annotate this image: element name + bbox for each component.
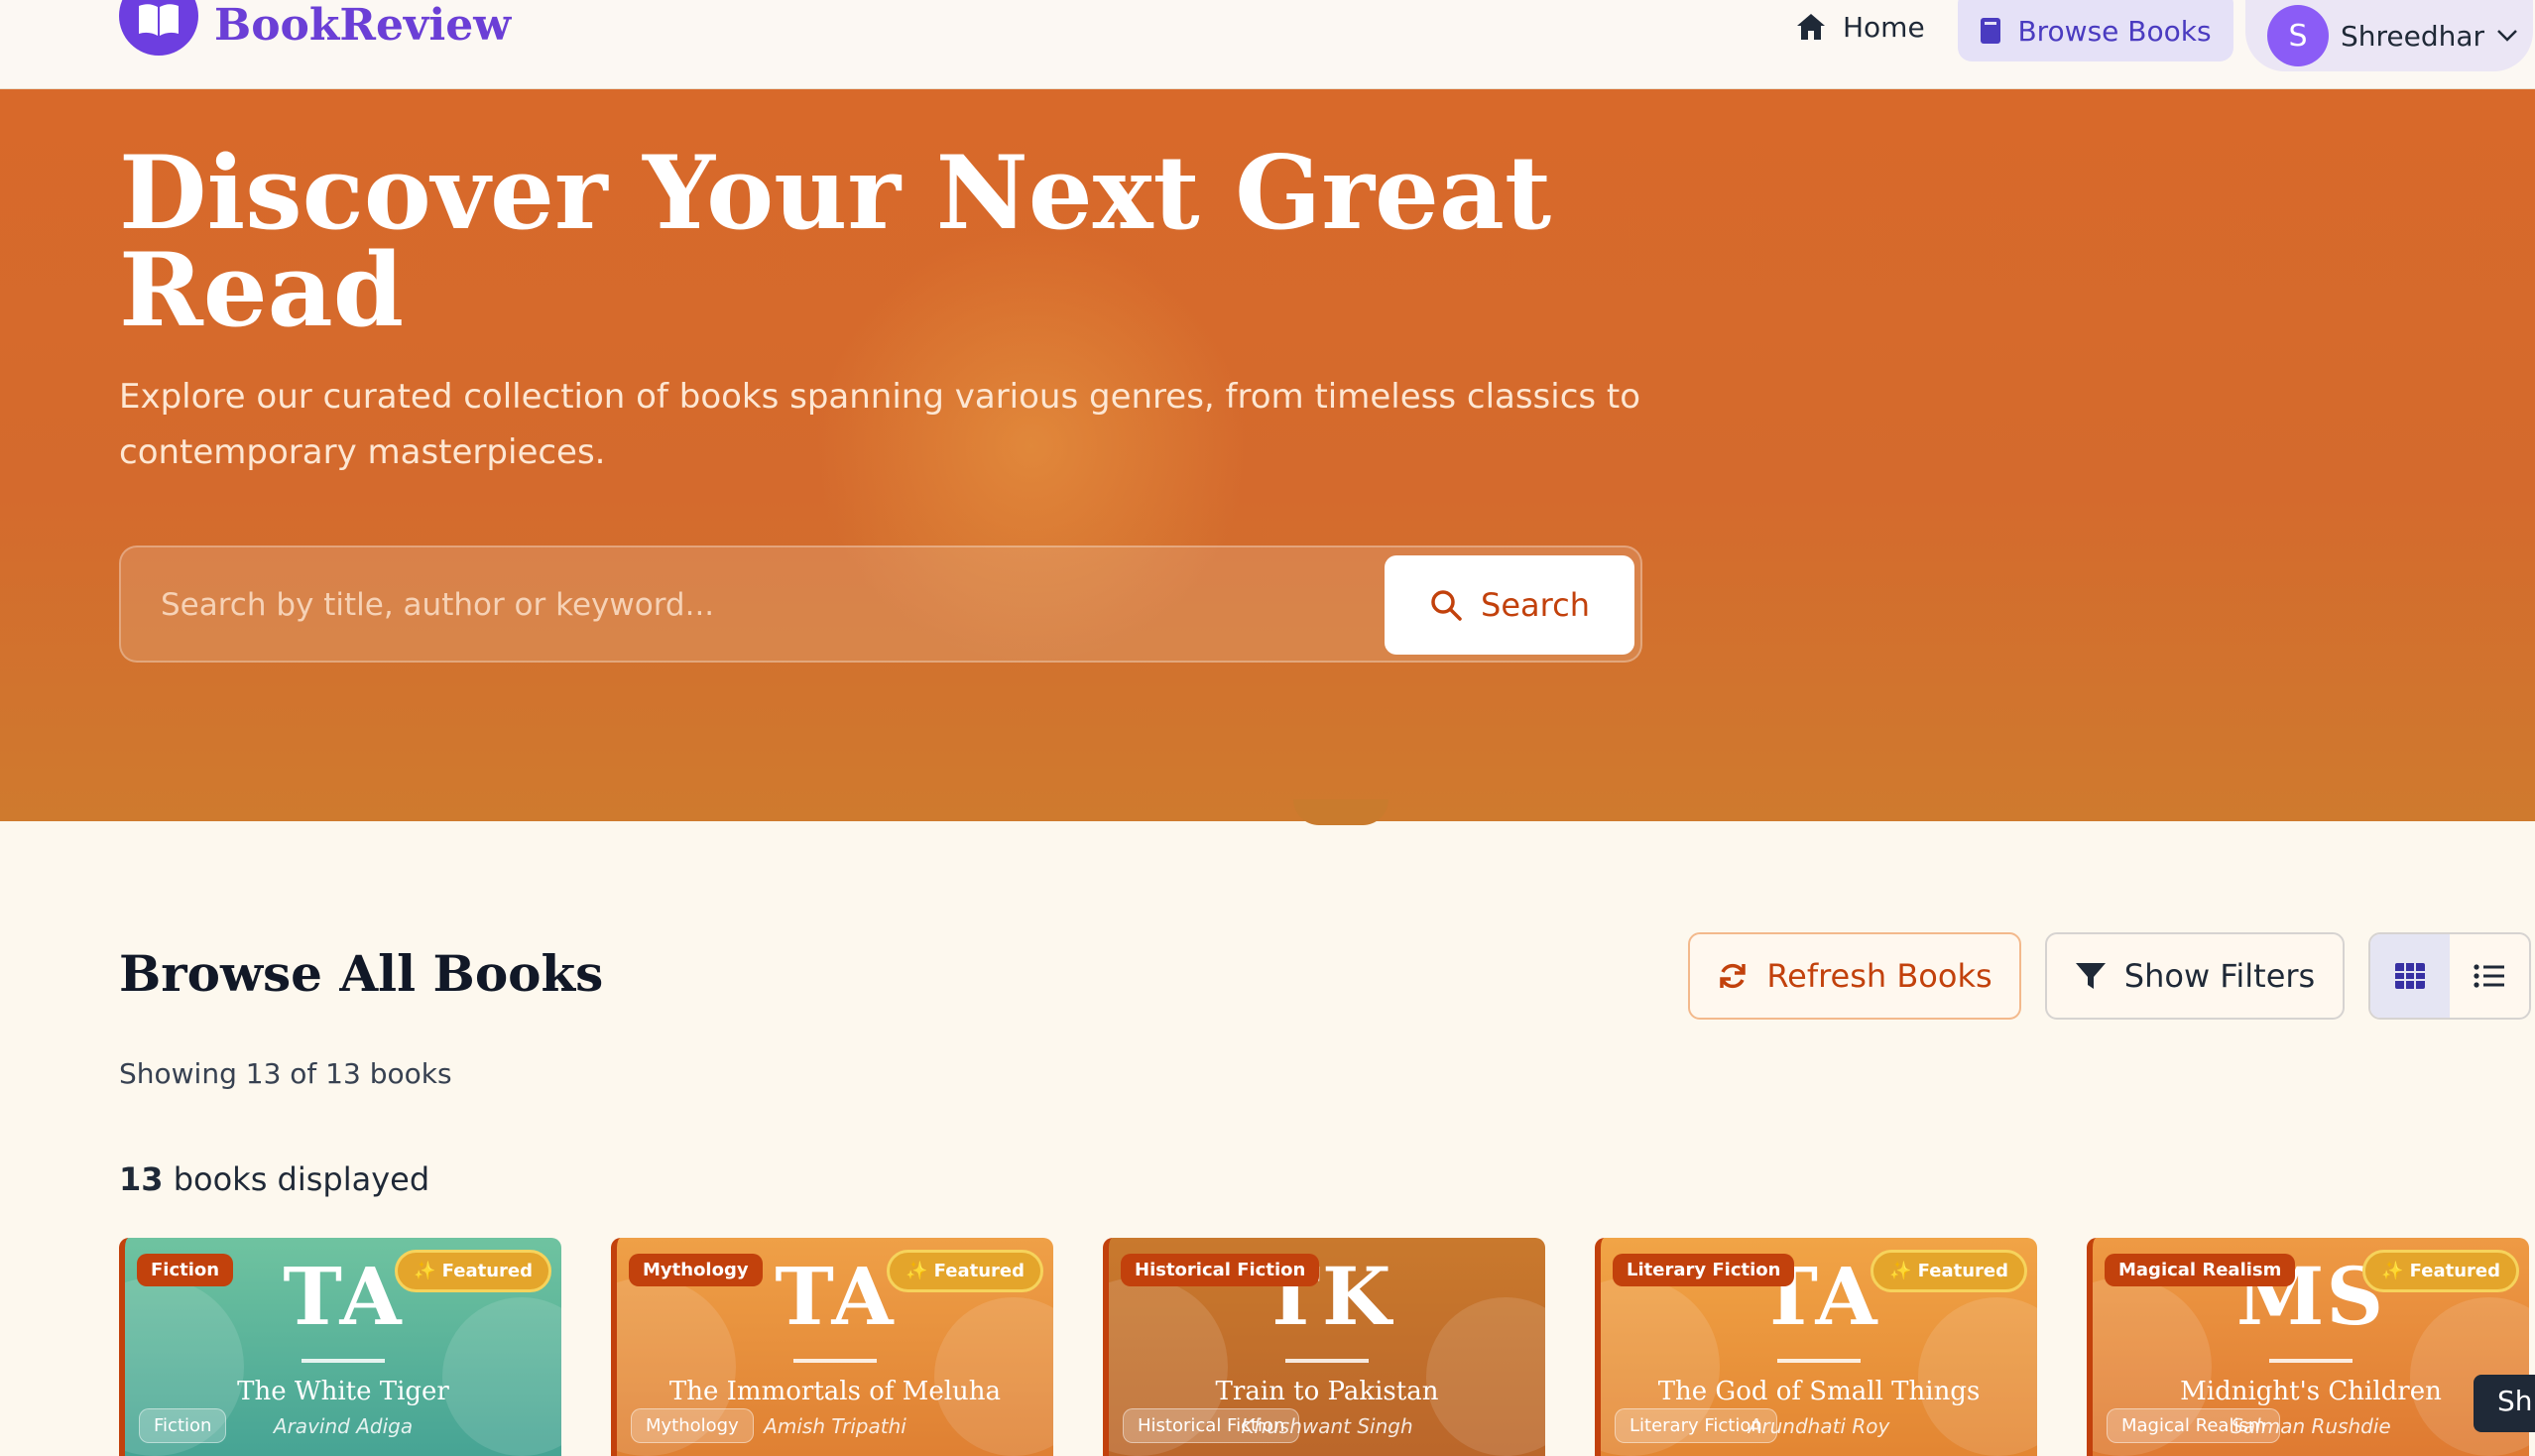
book-card[interactable]: TK Train to Pakistan Khushwant Singh Histor… (1103, 1238, 1545, 1456)
genre-badge: Historical Fiction (1121, 1254, 1320, 1286)
tooltip: Sh (2474, 1375, 2535, 1432)
featured-badge: ✨ Featured (1871, 1250, 2027, 1292)
genre-chip: Literary Fiction (1615, 1408, 1777, 1443)
search-input[interactable] (161, 575, 1351, 635)
nav-browse-books-link[interactable]: Browse Books (1958, 0, 2233, 61)
nav-browse-label: Browse Books (2017, 14, 2212, 48)
featured-badge: ✨ Featured (395, 1250, 551, 1292)
cover-divider (302, 1359, 385, 1363)
search-button[interactable]: Search (1385, 555, 1634, 655)
cover-divider (1777, 1359, 1861, 1363)
book-card[interactable]: MS Midnight's Children Salman Rushdie Magic… (2087, 1238, 2529, 1456)
book-title: Midnight's Children (2180, 1377, 2442, 1406)
nav-home-link[interactable]: Home (1795, 0, 1925, 54)
refresh-icon (1720, 963, 1747, 989)
hero-subtitle: Explore our curated collection of books … (119, 377, 1641, 472)
grid-view-button[interactable] (2370, 934, 2450, 1018)
displayed-label: books displayed (173, 1160, 430, 1198)
refresh-books-button[interactable]: Refresh Books (1688, 932, 2021, 1020)
displayed-number: 13 (119, 1160, 164, 1198)
search-bar: Search (119, 546, 1642, 663)
home-icon (1797, 14, 1825, 40)
genre-badge: Magical Realism (2105, 1254, 2296, 1286)
user-name: Shreedhar (2341, 19, 2485, 53)
cover-divider (793, 1359, 877, 1363)
hero-divider (1293, 799, 1388, 825)
book-icon (1981, 18, 2001, 44)
book-card[interactable]: TA The White Tiger Aravind Adiga Fiction Fic… (119, 1238, 561, 1456)
refresh-label: Refresh Books (1766, 957, 1992, 995)
avatar: S (2267, 5, 2329, 66)
showing-count: Showing 13 of 13 books (119, 1057, 452, 1090)
cover-divider (2269, 1359, 2353, 1363)
user-menu[interactable]: S Shreedhar (2245, 0, 2533, 71)
genre-chip: Magical Realism (2107, 1408, 2281, 1443)
show-filters-button[interactable]: Show Filters (2045, 932, 2345, 1020)
search-icon (1431, 590, 1462, 621)
book-title: The God of Small Things (1657, 1377, 1981, 1406)
featured-badge: ✨ Featured (2362, 1250, 2519, 1292)
hero-title: Discover Your Next Great Read (119, 134, 1552, 350)
list-icon (2474, 964, 2504, 988)
displayed-count: 13 books displayed (119, 1160, 429, 1198)
book-card[interactable]: TA The God of Small Things Arundhati Roy Li… (1595, 1238, 2037, 1456)
nav-home-label: Home (1843, 10, 1925, 44)
hero-section: Discover Your Next Great Read Explore ou… (0, 89, 2535, 821)
view-toggle (2368, 932, 2531, 1020)
genre-badge: Literary Fiction (1613, 1254, 1795, 1286)
genre-chip: Historical Fiction (1123, 1408, 1300, 1443)
app-header: BookReview Home Browse Books S Shreedhar (0, 0, 2535, 89)
genre-badge: Mythology (629, 1254, 763, 1286)
genre-badge: Fiction (137, 1254, 234, 1286)
filter-icon (2075, 963, 2106, 989)
brand-name[interactable]: BookReview (214, 0, 511, 51)
featured-badge: ✨ Featured (887, 1250, 1043, 1292)
book-title: The White Tiger (237, 1377, 449, 1406)
book-card[interactable]: TA The Immortals of Meluha Amish Tripathi M… (611, 1238, 1053, 1456)
genre-chip: Mythology (631, 1408, 754, 1443)
list-view-button[interactable] (2450, 934, 2529, 1018)
book-grid: TA The White Tiger Aravind Adiga Fiction Fic… (119, 1238, 2535, 1456)
book-logo-icon[interactable] (119, 0, 198, 56)
cover-divider (1285, 1359, 1369, 1363)
section-title: Browse All Books (119, 944, 604, 1003)
book-title: The Immortals of Meluha (668, 1377, 1002, 1406)
grid-icon (2395, 963, 2425, 989)
genre-chip: Fiction (139, 1408, 227, 1443)
filters-label: Show Filters (2123, 957, 2316, 995)
chevron-down-icon (2497, 30, 2517, 42)
search-button-label: Search (1481, 586, 1590, 624)
book-title: Train to Pakistan (1215, 1377, 1439, 1406)
